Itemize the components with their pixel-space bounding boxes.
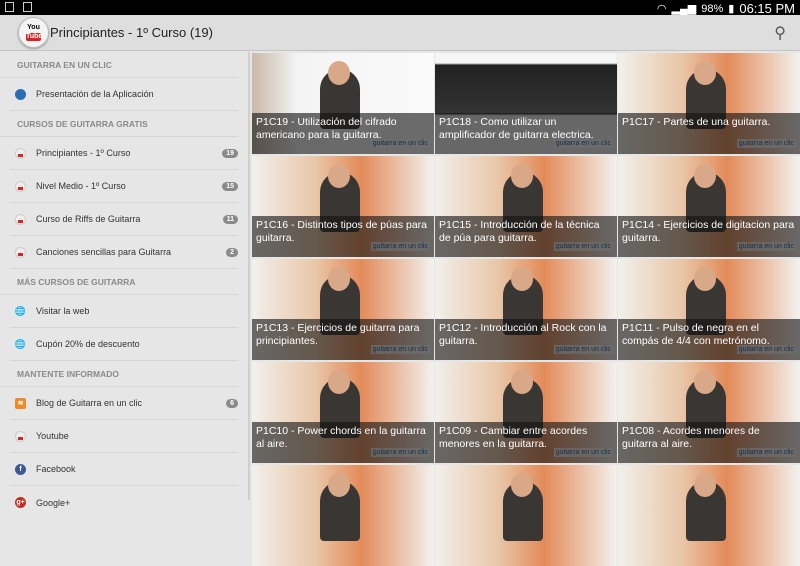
count-badge: 6 <box>226 398 238 408</box>
page-title: Principiantes - 1º Curso (19) <box>50 25 213 40</box>
thumbnail-head <box>511 370 533 394</box>
video-title: P1C14 - Ejercicios de digitacion para gu… <box>618 216 800 257</box>
video-tile[interactable]: guitarra en un clicP1C11 - Pulso de negr… <box>618 259 800 360</box>
video-tile[interactable]: guitarra en un clicP1C17 - Partes de una… <box>618 53 800 154</box>
sidebar-item-label: Nivel Medio - 1º Curso <box>36 181 126 191</box>
navigation-drawer: GUITARRA EN UN CLIC Presentación de la Ap… <box>0 52 250 508</box>
youtube-icon <box>15 147 26 159</box>
rss-icon: ≋ <box>15 397 26 409</box>
video-grid: guitarra en un clicP1C19 - Utilización d… <box>252 53 800 566</box>
count-badge: 2 <box>226 247 238 257</box>
battery-percent: 98% <box>701 2 724 15</box>
battery-icon: ▮ <box>728 3 735 15</box>
sidebar-item-label: Canciones sencillas para Guitarra <box>36 247 172 257</box>
sidebar-item[interactable]: ≋ Blog de Guitarra en un clic 6 <box>10 387 238 420</box>
wifi-icon: ◠ <box>656 3 667 15</box>
video-tile[interactable]: guitarra en un clicP1C19 - Utilización d… <box>252 53 434 154</box>
search-icon[interactable]: ⚲ <box>774 23 786 43</box>
thumbnail-head <box>511 164 533 188</box>
video-tile[interactable]: guitarra en un clicP1C13 - Ejercicios de… <box>252 259 434 360</box>
video-tile[interactable]: guitarra en un clicP1C14 - Ejercicios de… <box>618 156 800 257</box>
notification-icon <box>5 2 14 12</box>
youtube-icon <box>15 246 26 258</box>
sidebar-item[interactable]: Curso de Riffs de Guitarra 11 <box>10 203 238 236</box>
screenshot-icon <box>23 2 32 12</box>
thumbnail-head <box>328 473 350 497</box>
video-title: P1C19 - Utilización del cifrado american… <box>252 113 434 154</box>
sidebar-item-label: Curso de Riffs de Guitarra <box>36 214 141 224</box>
video-tile[interactable]: guitarra en un clicP1C15 - Introducción … <box>435 156 617 257</box>
sidebar-item-label: Principiantes - 1º Curso <box>36 148 131 158</box>
sidebar-item[interactable]: 🌐 Cupón 20% de descuento <box>10 328 238 361</box>
thumbnail-head <box>328 164 350 188</box>
youtube-icon <box>15 180 26 192</box>
video-title: P1C08 - Acordes menores de guitarra al a… <box>618 422 800 463</box>
video-tile[interactable] <box>435 465 617 566</box>
thumbnail-head <box>511 473 533 497</box>
video-tile[interactable]: guitarra en un clicP1C12 - Introducción … <box>435 259 617 360</box>
clock: 06:15 PM <box>739 1 795 16</box>
sidebar-item-label: Presentación de la Aplicación <box>36 89 154 99</box>
thumbnail-head <box>694 267 716 291</box>
sidebar-item[interactable]: Nivel Medio - 1º Curso 15 <box>10 170 238 203</box>
sidebar-item-label: Google+ <box>36 497 71 508</box>
sidebar-item[interactable]: f Facebook <box>10 453 238 486</box>
section-header: MÁS CURSOS DE GUITARRA <box>0 269 238 295</box>
video-title: P1C09 - Cambiar entre acordes menores en… <box>435 422 617 463</box>
sidebar-item[interactable]: Principiantes - 1º Curso 19 <box>10 137 238 170</box>
thumbnail-head <box>511 267 533 291</box>
section-header: GUITARRA EN UN CLIC <box>0 52 238 78</box>
video-title: P1C11 - Pulso de negra en el compás de 4… <box>618 319 800 360</box>
count-badge: 15 <box>222 181 238 191</box>
youtube-icon <box>15 213 26 225</box>
globe-icon: 🌐 <box>14 338 27 349</box>
video-title: P1C15 - Introducción de la técnica de pú… <box>435 216 617 257</box>
section-header: MANTENTE INFORMADO <box>0 361 238 387</box>
sidebar-item-label: Visitar la web <box>36 306 90 316</box>
sidebar-item[interactable]: Youtube <box>10 420 238 453</box>
sidebar-item[interactable]: Canciones sencillas para Guitarra 2 <box>10 236 238 269</box>
sidebar-item-label: Facebook <box>36 464 76 474</box>
google-plus-icon: g+ <box>15 497 26 508</box>
thumbnail-head <box>694 164 716 188</box>
sidebar-item-label: Blog de Guitarra en un clic <box>36 398 143 408</box>
thumbnail-head <box>328 267 350 291</box>
app-icon <box>15 88 26 100</box>
count-badge: 11 <box>222 214 238 224</box>
thumbnail-head <box>328 370 350 394</box>
video-tile[interactable] <box>252 465 434 566</box>
sidebar-item[interactable]: 🌐 Visitar la web <box>10 295 238 328</box>
video-tile[interactable]: guitarra en un clicP1C08 - Acordes menor… <box>618 362 800 463</box>
video-title: P1C18 - Como utilizar un amplificador de… <box>435 113 617 154</box>
facebook-icon: f <box>15 463 26 475</box>
video-title: P1C12 - Introducción al Rock con la guit… <box>435 319 617 360</box>
section-header: CURSOS DE GUITARRA GRATIS <box>0 111 238 137</box>
video-title: P1C10 - Power chords en la guitarra al a… <box>252 422 434 463</box>
video-title: P1C16 - Distintos tipos de púas para gui… <box>252 216 434 257</box>
video-title: P1C17 - Partes de una guitarra. <box>618 113 800 154</box>
youtube-icon <box>15 430 26 442</box>
thumbnail-head <box>328 61 350 85</box>
globe-icon: 🌐 <box>14 305 27 316</box>
count-badge: 19 <box>222 148 238 158</box>
sidebar-item-label: Cupón 20% de descuento <box>36 339 140 349</box>
video-tile[interactable]: guitarra en un clicP1C18 - Como utilizar… <box>435 53 617 154</box>
youtube-logo-icon[interactable]: You Tube <box>18 17 49 48</box>
thumbnail-head <box>694 61 716 85</box>
action-bar: You Tube Principiantes - 1º Curso (19) ⚲ <box>0 15 800 51</box>
video-tile[interactable]: guitarra en un clicP1C10 - Power chords … <box>252 362 434 463</box>
thumbnail-head <box>694 473 716 497</box>
signal-icon: ▂▄▆ <box>671 3 697 15</box>
sidebar-item[interactable]: Presentación de la Aplicación <box>10 78 238 111</box>
video-tile[interactable]: guitarra en un clicP1C09 - Cambiar entre… <box>435 362 617 463</box>
video-tile[interactable] <box>618 465 800 566</box>
video-title: P1C13 - Ejercicios de guitarra para prin… <box>252 319 434 360</box>
video-tile[interactable]: guitarra en un clicP1C16 - Distintos tip… <box>252 156 434 257</box>
sidebar-item[interactable]: g+ Google+ <box>10 486 238 519</box>
thumbnail-head <box>694 370 716 394</box>
status-bar: ◠ ▂▄▆ 98% ▮ 06:15 PM <box>0 0 800 16</box>
sidebar-item-label: Youtube <box>36 431 69 441</box>
